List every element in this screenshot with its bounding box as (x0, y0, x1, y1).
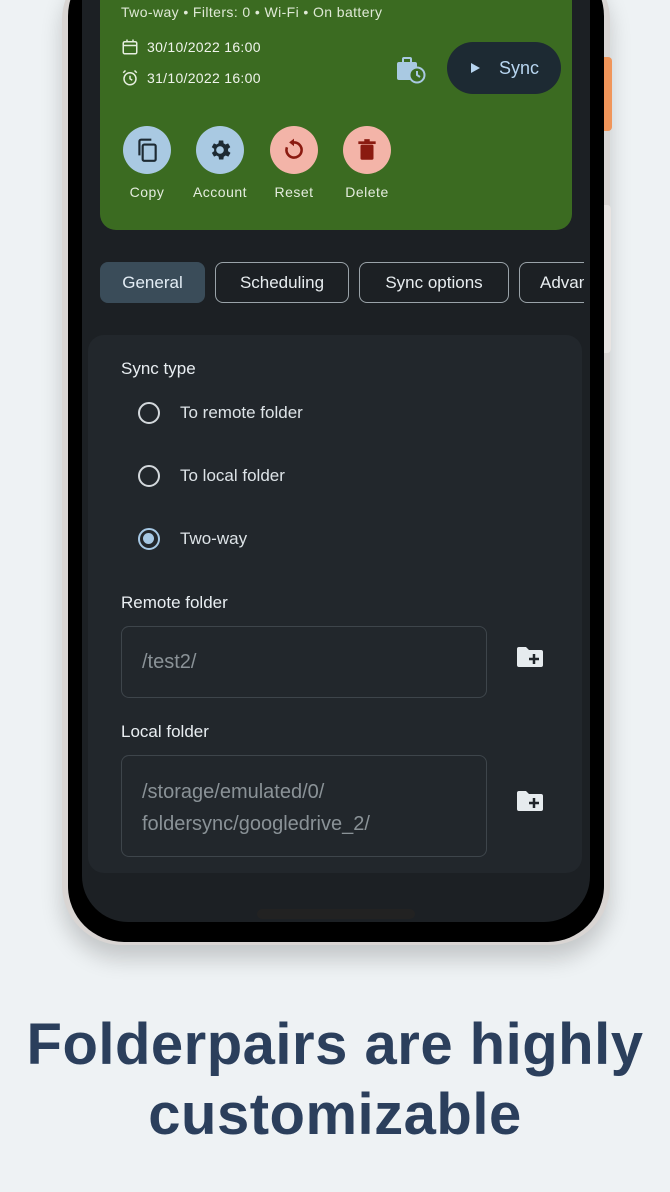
radio-button[interactable] (138, 528, 160, 550)
next-sync-date: 31/10/2022 16:00 (147, 70, 261, 86)
reset-button[interactable]: Reset (254, 126, 334, 200)
radio-button[interactable] (138, 402, 160, 424)
delete-label: Delete (345, 184, 389, 200)
local-folder-field[interactable]: /storage/emulated/0/ foldersync/googledr… (121, 755, 487, 857)
remote-folder-value: /test2/ (142, 651, 197, 673)
radio-two-way[interactable]: Two-way (138, 525, 247, 553)
reset-icon (270, 126, 318, 174)
tab-advanced[interactable]: Advan (519, 262, 584, 303)
tab-sync-options[interactable]: Sync options (359, 262, 509, 303)
tab-scheduling[interactable]: Scheduling (215, 262, 349, 303)
sync-label: Sync (498, 57, 540, 78)
radio-label: To local folder (180, 466, 285, 485)
next-sync-row: 31/10/2022 16:00 (121, 67, 261, 89)
copy-label: Copy (129, 184, 165, 200)
headline-line1: Folderpairs are highly (26, 1012, 644, 1077)
headline-line2: customizable (148, 1082, 522, 1147)
radio-label: Two-way (180, 529, 248, 548)
local-folder-value-line2: foldersync/googledrive_2/ (142, 813, 370, 835)
radio-label: To remote folder (180, 403, 303, 422)
copy-icon (123, 126, 171, 174)
trash-icon (343, 126, 391, 174)
delete-button[interactable]: Delete (327, 126, 407, 200)
tab-general[interactable]: General (100, 262, 205, 303)
folder-add-icon[interactable] (516, 789, 544, 813)
promo-headline: Folderpairs are highly customizable (0, 1010, 670, 1150)
reset-label: Reset (274, 184, 314, 200)
alarm-icon (122, 69, 138, 86)
radio-to-local-folder[interactable]: To local folder (138, 462, 285, 490)
power-button (604, 57, 612, 131)
radio-button[interactable] (138, 465, 160, 487)
local-folder-value-line1: /storage/emulated/0/ (142, 781, 325, 803)
play-icon (470, 63, 480, 73)
account-label: Account (192, 184, 248, 200)
radio-to-remote-folder[interactable]: To remote folder (138, 399, 303, 427)
remote-folder-field[interactable]: /test2/ (121, 626, 487, 698)
calendar-icon (122, 39, 138, 55)
schedule-icon[interactable] (396, 56, 426, 84)
gear-icon (196, 126, 244, 174)
folder-add-icon[interactable] (516, 645, 544, 669)
last-sync-row: 30/10/2022 16:00 (121, 36, 261, 58)
tab-advanced-clip: Advan (519, 262, 584, 303)
status-line: Two-way • Filters: 0 • Wi-Fi • On batter… (121, 4, 383, 20)
sync-type-heading: Sync type (121, 359, 196, 378)
copy-button[interactable]: Copy (107, 126, 187, 200)
sync-button[interactable]: Sync (447, 42, 561, 94)
local-folder-heading: Local folder (121, 722, 209, 741)
home-indicator (257, 909, 415, 919)
remote-folder-heading: Remote folder (121, 593, 228, 612)
account-button[interactable]: Account (180, 126, 260, 200)
last-sync-date: 30/10/2022 16:00 (147, 39, 261, 55)
volume-button (604, 205, 611, 353)
